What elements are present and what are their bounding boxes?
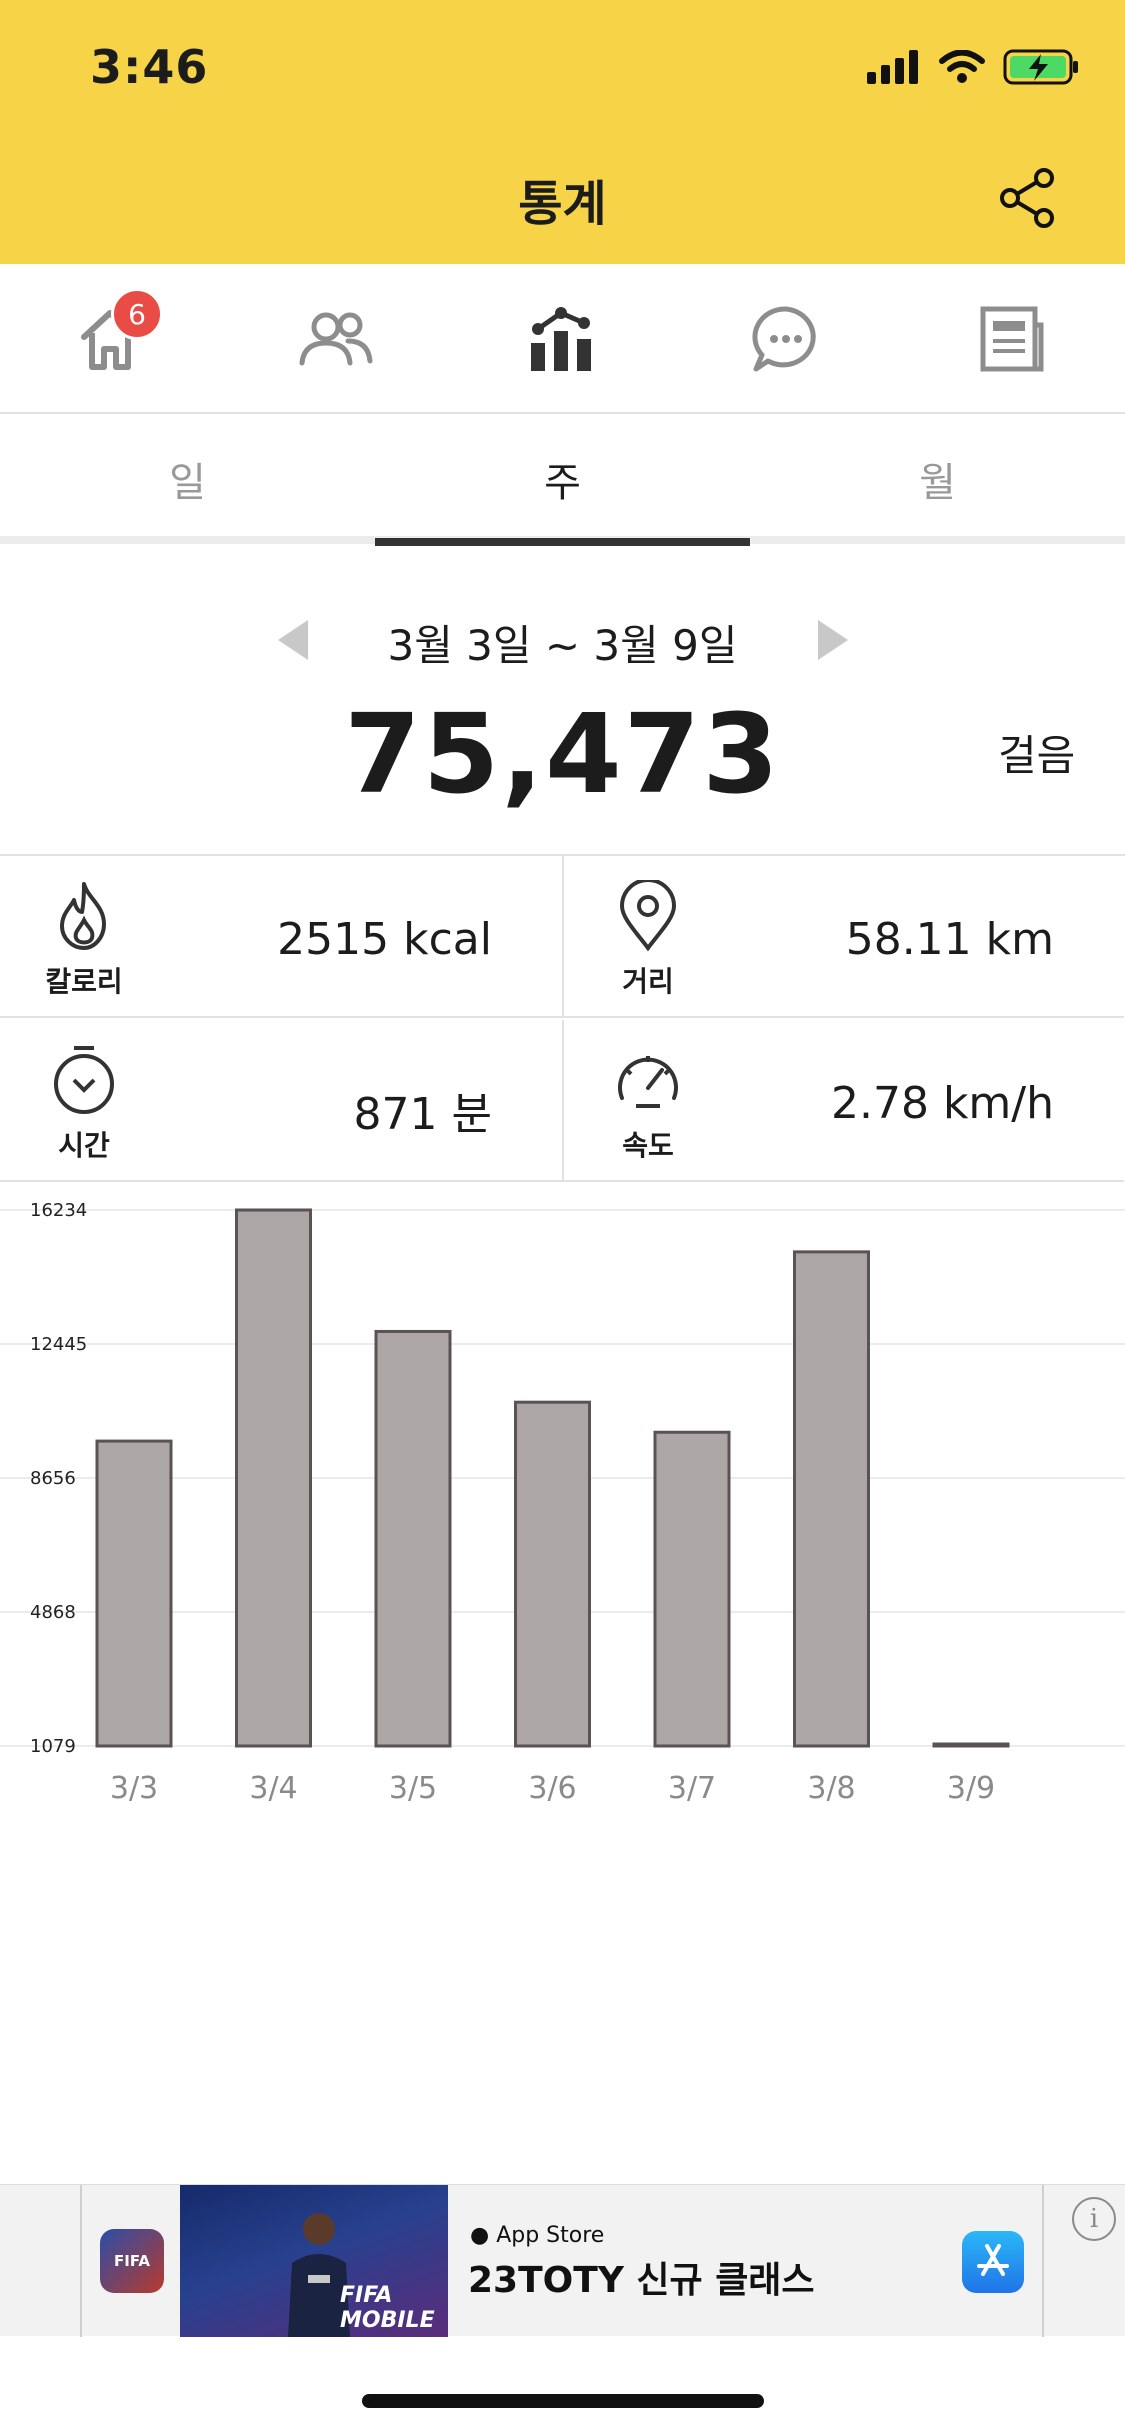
share-icon[interactable] bbox=[996, 166, 1060, 230]
stats-grid: 칼로리 2515 kcal 거리 58.11 km 시간 871 분 속도 2.… bbox=[0, 854, 1125, 1182]
app-store-icon[interactable] bbox=[962, 2231, 1024, 2293]
flame-icon bbox=[60, 882, 106, 950]
bar-3-9[interactable] bbox=[932, 1742, 1010, 1748]
stat-speed: 속도 2.78 km/h bbox=[562, 1020, 1124, 1182]
status-icons bbox=[867, 48, 1081, 86]
x-tick-label: 3/9 bbox=[947, 1771, 995, 1806]
bar-3-4[interactable] bbox=[235, 1208, 312, 1748]
battery-charging-icon bbox=[1003, 49, 1078, 85]
total-steps: 75,473 bbox=[344, 690, 781, 818]
ad-banner[interactable]: FIFA FIFA MOBILE ● App Store 23TOTY 신규 클… bbox=[0, 2184, 1125, 2337]
period-tabs: 일 주 월 bbox=[0, 414, 1125, 546]
news-icon bbox=[980, 306, 1044, 372]
time-value: 871 분 bbox=[353, 1089, 492, 1140]
ad-info-icon[interactable]: i bbox=[1072, 2197, 1116, 2241]
stat-calories: 칼로리 2515 kcal bbox=[0, 856, 562, 1018]
x-tick-label: 3/8 bbox=[807, 1771, 855, 1806]
nav-stats[interactable] bbox=[516, 294, 606, 384]
distance-value: 58.11 km bbox=[845, 914, 1054, 965]
stat-time: 시간 871 분 bbox=[0, 1020, 562, 1182]
bar-3-5[interactable] bbox=[374, 1329, 452, 1748]
bar-3-8[interactable] bbox=[793, 1250, 870, 1748]
y-tick-label: 16234 bbox=[30, 1200, 87, 1221]
nav-home[interactable]: 6 bbox=[65, 288, 163, 384]
weekly-steps-chart: 1079 4868 8656 12445 16234 3/3 3/4 3/5 3/6 3/7 3/8… bbox=[0, 1200, 1125, 1806]
active-tab-indicator bbox=[375, 538, 750, 546]
date-range: 3월 3일 ~ 3월 9일 bbox=[387, 621, 738, 670]
next-arrow-icon[interactable] bbox=[818, 620, 848, 660]
stats-icon bbox=[531, 307, 591, 371]
page-title: 통계 bbox=[518, 176, 607, 232]
x-tick-label: 3/5 bbox=[389, 1771, 437, 1806]
signal-icon bbox=[867, 50, 918, 84]
y-tick-label: 4868 bbox=[30, 1602, 76, 1623]
tab-day[interactable]: 일 bbox=[0, 414, 375, 544]
header-bar: 3:46 통계 bbox=[0, 0, 1125, 264]
friends-icon bbox=[299, 312, 373, 366]
distance-label: 거리 bbox=[622, 965, 674, 998]
y-tick-label: 12445 bbox=[30, 1334, 87, 1355]
bar-3-7[interactable] bbox=[653, 1430, 731, 1748]
wifi-icon bbox=[939, 50, 985, 83]
stat-distance: 거리 58.11 km bbox=[562, 856, 1124, 1018]
app-store-glyph-icon bbox=[977, 2244, 1009, 2276]
home-badge: 6 bbox=[111, 288, 163, 340]
date-range-row: 3월 3일 ~ 3월 9일 bbox=[0, 600, 1125, 680]
ad-app-icon[interactable]: FIFA bbox=[100, 2229, 164, 2293]
speed-label: 속도 bbox=[622, 1129, 674, 1162]
bar-3-6[interactable] bbox=[514, 1400, 591, 1748]
x-tick-label: 3/6 bbox=[528, 1771, 576, 1806]
ad-store-label: ● App Store bbox=[470, 2223, 605, 2248]
tab-week[interactable]: 주 bbox=[375, 414, 750, 544]
tab-month[interactable]: 월 bbox=[750, 414, 1125, 544]
nav-friends[interactable] bbox=[291, 294, 381, 384]
ad-image[interactable]: FIFA MOBILE bbox=[180, 2185, 448, 2337]
location-pin-icon bbox=[619, 880, 677, 952]
y-tick-label: 8656 bbox=[30, 1468, 76, 1489]
top-navigation: 6 bbox=[0, 264, 1125, 414]
x-tick-label: 3/4 bbox=[249, 1771, 297, 1806]
time-label: 시간 bbox=[58, 1129, 110, 1162]
apple-icon: ● bbox=[470, 2223, 490, 2248]
ad-headline: 23TOTY 신규 클래스 bbox=[468, 2260, 815, 2301]
ad-left-margin bbox=[0, 2185, 82, 2337]
x-tick-label: 3/7 bbox=[668, 1771, 716, 1806]
nav-news[interactable] bbox=[966, 294, 1056, 384]
y-tick-label: 1079 bbox=[30, 1736, 76, 1757]
status-time: 3:46 bbox=[90, 40, 209, 94]
nav-chat[interactable] bbox=[741, 294, 831, 384]
chat-icon bbox=[752, 306, 816, 372]
steps-unit: 걸음 bbox=[998, 731, 1076, 780]
home-indicator bbox=[362, 2394, 764, 2408]
calories-value: 2515 kcal bbox=[277, 914, 492, 965]
speedometer-icon bbox=[618, 1056, 678, 1108]
x-tick-label: 3/3 bbox=[110, 1771, 158, 1806]
stopwatch-icon bbox=[54, 1046, 114, 1114]
ad-banner-text: FIFA MOBILE bbox=[340, 2283, 435, 2333]
calories-label: 칼로리 bbox=[45, 965, 123, 998]
speed-value: 2.78 km/h bbox=[830, 1078, 1054, 1129]
bar-3-3[interactable] bbox=[95, 1439, 173, 1748]
